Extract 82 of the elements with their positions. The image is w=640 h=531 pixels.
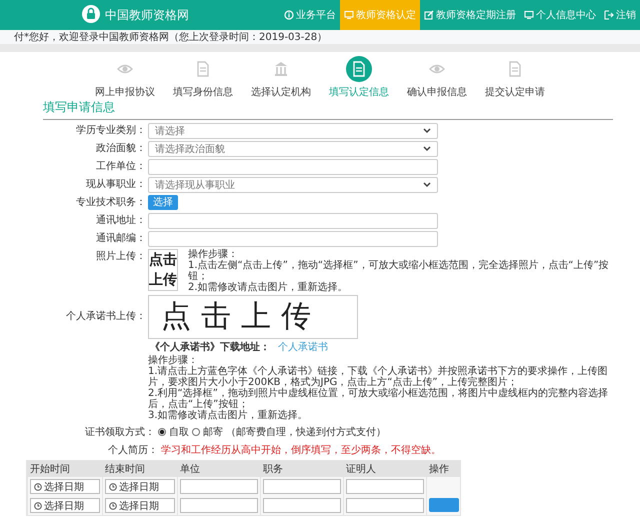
instruction-text: 1.点击左侧“点击上传”，拖动“选择框”，可放大或缩小框选范围，完全选择照片，点击“上传”按钮； bbox=[188, 260, 610, 282]
info-icon bbox=[284, 10, 294, 20]
select-field[interactable]: 请选择 bbox=[148, 123, 438, 139]
field-label: 照片上传： bbox=[95, 250, 147, 264]
delivery-note: （邮寄费自理，快递到付方式支付） bbox=[226, 426, 386, 439]
input-field[interactable] bbox=[180, 498, 258, 513]
document-icon bbox=[351, 61, 367, 77]
nav-item[interactable]: 个人信息中心 bbox=[520, 0, 600, 30]
resume-note: 学习和工作经历从高中开始，倒序填写，至少两条，不得空缺。 bbox=[161, 444, 441, 457]
step-label: 提交认定申请 bbox=[485, 86, 545, 99]
column-header: 证明人 bbox=[345, 463, 377, 477]
radio-label: 自取 bbox=[169, 426, 189, 439]
select-button[interactable]: 选择 bbox=[148, 195, 178, 210]
clock-icon bbox=[109, 502, 117, 510]
section-title: 填写申请信息 bbox=[43, 99, 613, 120]
field-label: 通讯邮编： bbox=[95, 232, 147, 246]
step-label: 选择认定机构 bbox=[251, 86, 311, 99]
document-icon bbox=[507, 61, 523, 77]
date-field[interactable]: 选择日期 bbox=[30, 479, 100, 494]
radio-button[interactable] bbox=[192, 428, 200, 436]
select-field[interactable]: 请选择现从事职业 bbox=[148, 177, 438, 193]
input-field[interactable] bbox=[148, 231, 438, 247]
column-header: 操作 bbox=[428, 463, 450, 477]
date-field[interactable]: 选择日期 bbox=[105, 498, 175, 513]
field-label: 学历专业类别： bbox=[75, 124, 147, 138]
radio-button[interactable] bbox=[158, 428, 166, 436]
instructions-title: 操作步骤： bbox=[188, 249, 239, 260]
field-label: 通讯地址： bbox=[95, 214, 147, 228]
field-label: 工作单位： bbox=[95, 160, 147, 174]
monitor-icon bbox=[344, 10, 354, 20]
building-icon bbox=[273, 61, 289, 77]
input-field[interactable] bbox=[346, 498, 424, 513]
column-header: 职务 bbox=[262, 463, 284, 477]
field-label: 专业技术职务： bbox=[75, 196, 147, 210]
edit-icon bbox=[424, 10, 434, 20]
column-header: 开始时间 bbox=[29, 462, 71, 477]
logout-icon bbox=[604, 10, 614, 20]
input-field[interactable] bbox=[180, 479, 258, 494]
row-action-button[interactable] bbox=[429, 498, 459, 512]
padlock-logo-icon bbox=[82, 4, 100, 22]
instruction-text: 3.如需修改请点击图片，重新选择。 bbox=[148, 410, 309, 421]
field-label: 现从事职业： bbox=[85, 178, 147, 192]
document-icon bbox=[195, 61, 211, 77]
field-label: 证书领取方式： bbox=[85, 426, 155, 439]
nav-item[interactable]: 业务平台 bbox=[280, 0, 340, 30]
field-label: 政治面貌： bbox=[95, 142, 147, 156]
download-link[interactable]: 个人承诺书 bbox=[278, 340, 328, 354]
field-label: 个人简历： bbox=[108, 444, 158, 457]
step-label: 填写认定信息 bbox=[329, 86, 389, 99]
input-field[interactable] bbox=[263, 498, 341, 513]
column-header: 结束时间 bbox=[104, 462, 146, 477]
photo-upload-box[interactable]: 点击上传 bbox=[148, 249, 178, 291]
step-label: 确认申报信息 bbox=[407, 86, 467, 99]
date-field[interactable]: 选择日期 bbox=[30, 498, 100, 513]
nav-item[interactable]: 教师资格定期注册 bbox=[420, 0, 520, 30]
welcome-text: 付*您好，欢迎登录中国教师资格网（您上次登录时间：2019-03-28） bbox=[14, 30, 328, 44]
clock-icon bbox=[109, 482, 117, 490]
monitor-icon bbox=[524, 10, 534, 20]
field-label: 个人承诺书上传： bbox=[65, 310, 147, 324]
select-field[interactable]: 请选择政治面貌 bbox=[148, 141, 438, 157]
step-label: 网上申报协议 bbox=[95, 86, 155, 99]
instruction-text: 2.如需修改请点击图片，重新选择。 bbox=[188, 282, 349, 293]
radio-label: 邮寄 bbox=[203, 426, 223, 439]
column-header: 单位 bbox=[179, 462, 201, 477]
input-field[interactable] bbox=[263, 479, 341, 494]
clock-icon bbox=[34, 502, 42, 510]
input-field[interactable] bbox=[148, 213, 438, 229]
chevron-down-icon bbox=[423, 128, 431, 134]
date-field[interactable]: 选择日期 bbox=[105, 479, 175, 494]
input-field[interactable] bbox=[148, 159, 438, 175]
instructions-title: 操作步骤： bbox=[148, 355, 198, 366]
clock-icon bbox=[34, 482, 42, 490]
download-label: 《个人承诺书》下载地址： bbox=[150, 340, 270, 354]
chevron-down-icon bbox=[423, 182, 431, 188]
instruction-text: 2.利用“选择框”，拖动到照片中虚线框位置，可放大或缩小框选范围，将图片中虚线框内的完整内容选择后，点击“上传”按钮； bbox=[148, 388, 609, 410]
input-field[interactable] bbox=[346, 479, 424, 494]
site-name: 中国教师资格网 bbox=[105, 6, 189, 24]
instruction-text: 1.请点击上方蓝色字体《个人承诺书》链接，下载《个人承诺书》并按照承诺书下方的要求操作，上传图片，要求图片大小小于200KB，格式为JPG，点击上方“点击上传”，上传完整图片； bbox=[148, 366, 609, 388]
step-label: 填写身份信息 bbox=[173, 86, 233, 99]
commitment-upload-box[interactable]: 点击上传 bbox=[148, 295, 358, 339]
chevron-down-icon bbox=[423, 146, 431, 152]
nav-item[interactable]: 注销 bbox=[600, 0, 640, 30]
